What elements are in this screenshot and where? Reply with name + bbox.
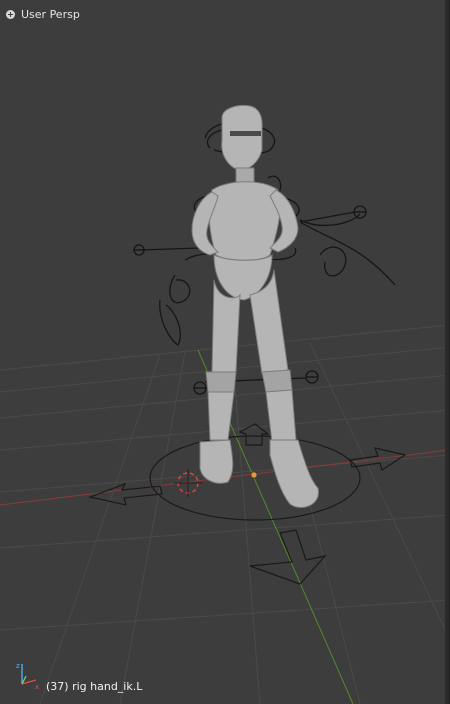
3d-cursor xyxy=(174,469,202,497)
view-menu-icon[interactable] xyxy=(6,10,15,19)
root-arrows-widget xyxy=(87,423,407,585)
svg-text:z: z xyxy=(16,662,20,670)
view-header: User Persp xyxy=(6,8,80,21)
3d-viewport[interactable]: User Persp z x (37) rig hand_ik.L xyxy=(0,0,450,704)
active-object-status: (37) rig hand_ik.L xyxy=(46,680,143,693)
svg-text:x: x xyxy=(35,683,39,691)
axis-gizmo-icon: z x xyxy=(16,662,39,691)
view-name-label: User Persp xyxy=(21,8,80,21)
origin-dot xyxy=(250,471,258,479)
region-divider[interactable] xyxy=(445,0,449,704)
scene-canvas[interactable] xyxy=(0,0,450,704)
character-mesh xyxy=(191,105,319,508)
